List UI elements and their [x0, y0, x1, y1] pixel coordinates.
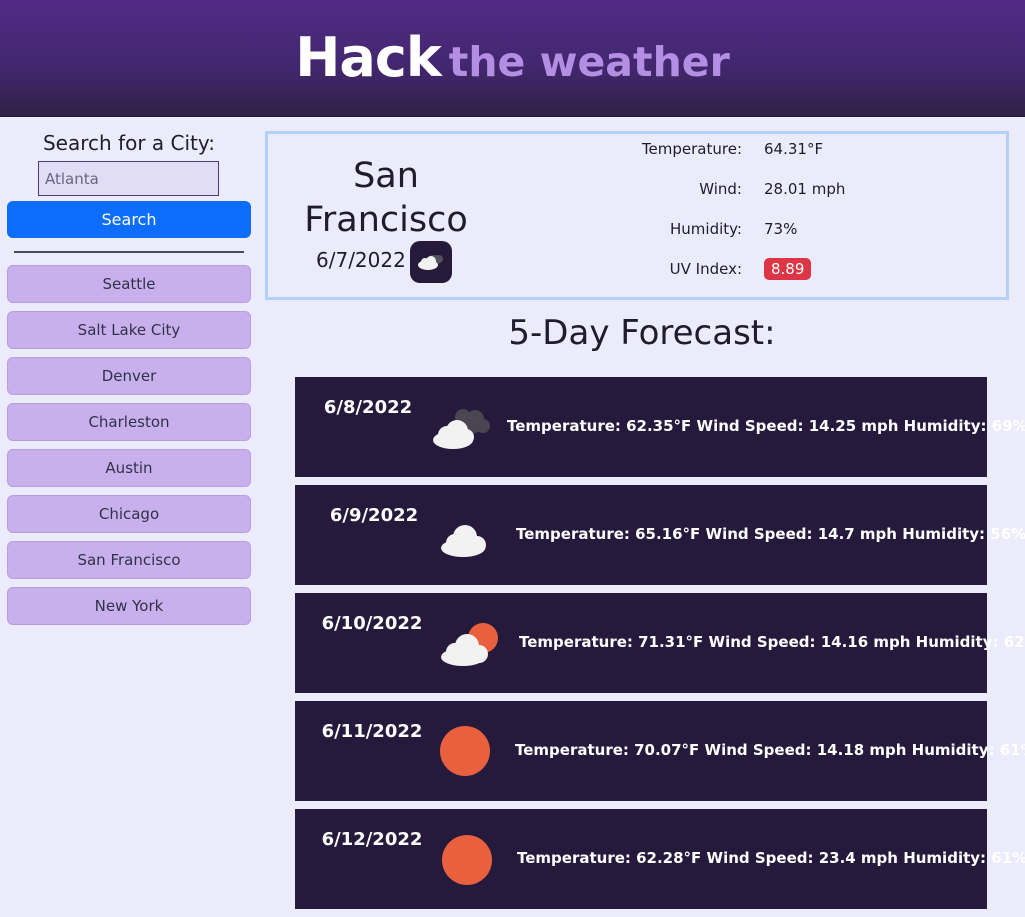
- page-title: Hack the weather: [0, 26, 1025, 89]
- history-city-button[interactable]: Denver: [7, 357, 251, 395]
- forecast-title: 5-Day Forecast:: [508, 313, 776, 353]
- current-weather-card: San Francisco 6/7/2022 Temperature: 64.3…: [265, 131, 1009, 300]
- partly-cloudy-icon: [410, 241, 452, 283]
- history-city-button[interactable]: Austin: [7, 449, 251, 487]
- forecast-details: Temperature: 70.07°F Wind Speed: 14.18 m…: [515, 741, 1025, 759]
- divider: [14, 251, 244, 253]
- city-search-input[interactable]: [38, 161, 219, 196]
- forecast-details: Temperature: 62.35°F Wind Speed: 14.25 m…: [507, 417, 1025, 435]
- history-city-button[interactable]: Salt Lake City: [7, 311, 251, 349]
- forecast-date: 6/11/2022: [321, 721, 423, 742]
- forecast-details: Temperature: 71.31°F Wind Speed: 14.16 m…: [519, 633, 1025, 651]
- forecast-date: 6/12/2022: [321, 829, 423, 850]
- site-header: Hack the weather: [0, 0, 1025, 117]
- current-city-name: San Francisco: [304, 156, 468, 240]
- history-city-button[interactable]: Chicago: [7, 495, 251, 533]
- temperature-value: 64.31°F: [764, 140, 824, 158]
- humidity-value: 73%: [764, 220, 798, 238]
- forecast-date: 6/9/2022: [329, 505, 419, 526]
- sun-icon: [431, 723, 511, 783]
- search-button[interactable]: Search: [7, 201, 251, 238]
- cloudy-icon: [421, 399, 501, 459]
- cloud-icon: [431, 507, 511, 567]
- forecast-date: 6/10/2022: [321, 613, 423, 634]
- forecast-details: Temperature: 65.16°F Wind Speed: 14.7 mp…: [516, 525, 1025, 543]
- title-rest: the weather: [448, 38, 730, 86]
- wind-value: 28.01 mph: [764, 180, 846, 198]
- forecast-details: Temperature: 62.28°F Wind Speed: 23.4 mp…: [517, 849, 1025, 867]
- forecast-day-card: 6/12/2022 Temperature: 62.28°F Wind Spee…: [295, 809, 1025, 909]
- current-date: 6/7/2022: [316, 248, 406, 272]
- forecast-day-card: 6/10/2022 Temperature: 71.31°F Wind Spee…: [295, 593, 1025, 693]
- wind-label: Wind:: [699, 180, 742, 198]
- history-city-button[interactable]: New York: [7, 587, 251, 625]
- history-city-button[interactable]: San Francisco: [7, 541, 251, 579]
- search-history: Seattle Salt Lake City Denver Charleston…: [7, 265, 251, 633]
- forecast-list: 6/8/2022 Temperature: 62.35°F Wind Speed…: [295, 377, 1025, 917]
- uv-index-label: UV Index:: [669, 260, 742, 278]
- partly-sunny-icon: [431, 615, 511, 675]
- temperature-label: Temperature:: [641, 140, 742, 158]
- forecast-day-card: 6/9/2022 Temperature: 65.16°F Wind Speed…: [295, 485, 1025, 585]
- forecast-date: 6/8/2022: [323, 397, 413, 418]
- forecast-day-card: 6/11/2022 Temperature: 70.07°F Wind Spee…: [295, 701, 1025, 801]
- forecast-day-card: 6/8/2022 Temperature: 62.35°F Wind Speed…: [295, 377, 1025, 477]
- search-label: Search for a City:: [42, 131, 216, 155]
- uv-index-badge: 8.89: [764, 258, 812, 280]
- title-main: Hack: [295, 26, 442, 89]
- history-city-button[interactable]: Seattle: [7, 265, 251, 303]
- humidity-label: Humidity:: [670, 220, 742, 238]
- sun-icon: [433, 831, 513, 891]
- history-city-button[interactable]: Charleston: [7, 403, 251, 441]
